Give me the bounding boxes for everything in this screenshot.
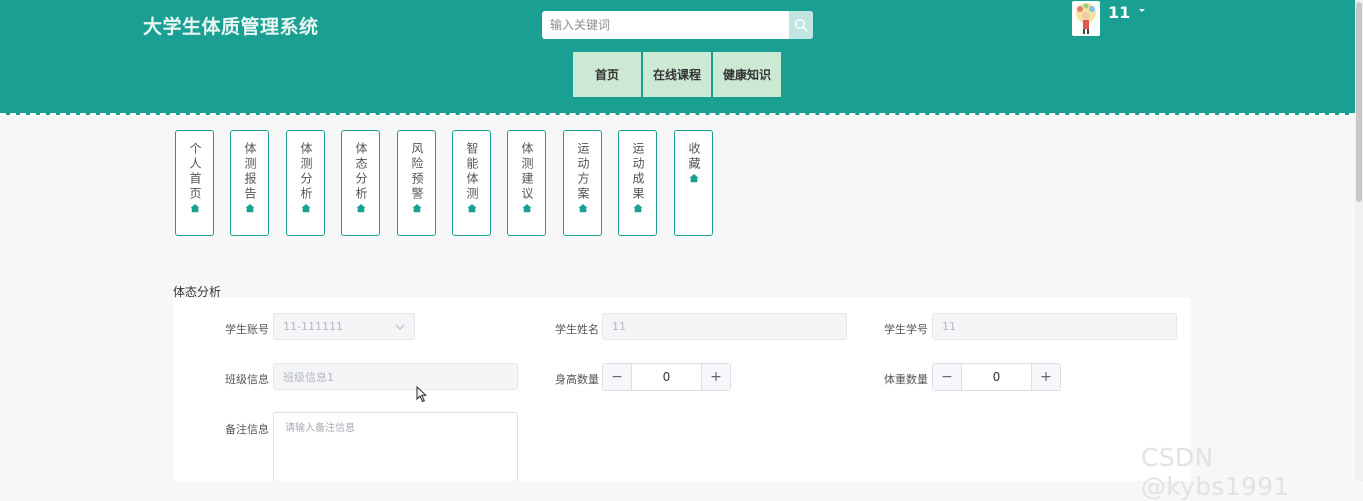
height-count-label: 身高数量 (555, 373, 599, 386)
side-item-label: 智能体测 (465, 142, 479, 202)
side-item-label: 体测分析 (299, 142, 313, 202)
search-button[interactable] (789, 11, 813, 39)
weight-increment-button[interactable]: + (1031, 364, 1060, 390)
weight-count-value[interactable]: 0 (962, 364, 1031, 390)
weight-count-stepper[interactable]: − 0 + (932, 363, 1061, 391)
side-item-label: 收藏 (687, 142, 701, 172)
header-bar: 大学生体质管理系统 11 首页 在线课程 健康知识 (0, 0, 1355, 115)
avatar[interactable] (1072, 1, 1100, 36)
side-item-label: 运动方案 (576, 142, 590, 202)
scrollbar-thumb[interactable] (1356, 2, 1362, 202)
student-name-field[interactable]: 11 (602, 313, 847, 340)
weight-count-label: 体重数量 (884, 373, 928, 386)
side-item-label: 运动成果 (631, 142, 645, 202)
chevron-down-icon (395, 324, 405, 330)
main-nav: 首页 在线课程 健康知识 (573, 52, 781, 97)
avatar-image (1076, 3, 1096, 34)
user-dropdown-caret-icon[interactable] (1139, 9, 1145, 12)
home-icon (689, 174, 698, 183)
height-decrement-button[interactable]: − (603, 364, 632, 390)
remarks-textarea[interactable]: 请输入备注信息 (273, 412, 518, 481)
home-icon (522, 204, 531, 213)
side-item-exercise-results[interactable]: 运动成果 (618, 130, 657, 236)
student-name-label: 学生姓名 (555, 323, 599, 336)
nav-health-knowledge[interactable]: 健康知识 (713, 52, 781, 97)
side-item-personal-home[interactable]: 个人首页 (175, 130, 214, 236)
student-id-field[interactable]: 11 (932, 313, 1177, 340)
side-item-posture-analysis[interactable]: 体态分析 (341, 130, 380, 236)
student-id-value: 11 (942, 320, 956, 333)
height-increment-button[interactable]: + (701, 364, 730, 390)
height-count-value[interactable]: 0 (632, 364, 701, 390)
username[interactable]: 11 (1108, 3, 1130, 22)
search-box (542, 11, 813, 39)
student-account-select[interactable]: 11-111111 (273, 313, 415, 340)
student-account-value: 11-111111 (283, 320, 343, 333)
side-item-label: 风险预警 (410, 142, 424, 202)
student-name-value: 11 (612, 320, 626, 333)
watermark-text: CSDN @kybs1991 (1141, 443, 1290, 501)
home-icon (245, 204, 254, 213)
side-item-test-report[interactable]: 体测报告 (230, 130, 269, 236)
side-item-label: 体测建议 (520, 142, 534, 202)
home-icon (467, 204, 476, 213)
home-icon (301, 204, 310, 213)
mouse-cursor-icon (416, 386, 427, 403)
home-icon (356, 204, 365, 213)
side-item-risk-warning[interactable]: 风险预警 (397, 130, 436, 236)
nav-online-courses[interactable]: 在线课程 (643, 52, 711, 97)
nav-home[interactable]: 首页 (573, 52, 641, 97)
side-item-smart-test[interactable]: 智能体测 (452, 130, 491, 236)
class-info-field[interactable]: 班级信息1 (273, 363, 518, 390)
home-icon (412, 204, 421, 213)
remarks-placeholder: 请输入备注信息 (285, 423, 355, 434)
side-item-label: 体态分析 (354, 142, 368, 202)
side-item-favorites[interactable]: 收藏 (674, 130, 713, 236)
side-item-test-advice[interactable]: 体测建议 (507, 130, 546, 236)
search-icon (794, 18, 808, 32)
home-icon (190, 204, 199, 213)
side-item-label: 体测报告 (243, 142, 257, 202)
site-title: 大学生体质管理系统 (143, 16, 319, 38)
weight-decrement-button[interactable]: − (933, 364, 962, 390)
side-item-exercise-plan[interactable]: 运动方案 (563, 130, 602, 236)
home-icon (578, 204, 587, 213)
class-info-label: 班级信息 (225, 373, 269, 386)
remarks-label: 备注信息 (225, 423, 269, 436)
side-item-test-analysis[interactable]: 体测分析 (286, 130, 325, 236)
side-item-label: 个人首页 (188, 142, 202, 202)
student-id-label: 学生学号 (884, 323, 928, 336)
page-scrollbar[interactable] (1355, 0, 1363, 481)
height-count-stepper[interactable]: − 0 + (602, 363, 731, 391)
class-info-value: 班级信息1 (283, 370, 334, 384)
search-input[interactable] (542, 11, 788, 39)
student-account-label: 学生账号 (225, 323, 269, 336)
home-icon (633, 204, 642, 213)
